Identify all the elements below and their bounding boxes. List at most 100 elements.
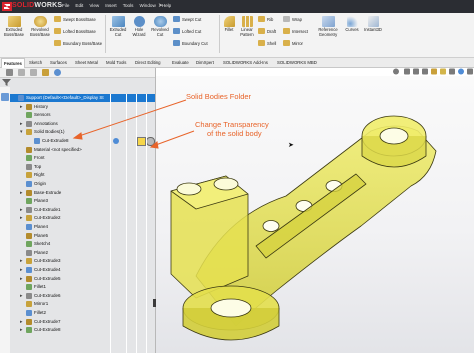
tree-item[interactable]: ▸ Base-Extrude xyxy=(10,189,155,197)
wrap-button[interactable]: Wrap xyxy=(283,16,302,22)
appearance-icon[interactable] xyxy=(113,138,119,144)
curves-button[interactable]: Curves xyxy=(343,16,361,33)
extruded-cut-button[interactable]: Extruded Cut xyxy=(107,16,129,37)
appearance-icon[interactable] xyxy=(458,68,464,75)
tree-item[interactable]: Material <not specified> xyxy=(10,146,155,154)
tree-item[interactable]: Plane3 xyxy=(10,197,155,205)
tree-item[interactable]: Top xyxy=(10,163,155,171)
tree-item[interactable]: Sketch4 xyxy=(10,240,155,248)
tree-item[interactable]: Fillet1 xyxy=(10,283,155,291)
tree-item[interactable]: ▸ Cut-Extrude6 xyxy=(10,292,155,300)
reference-geometry-button[interactable]: Reference Geometry xyxy=(314,16,342,37)
expand-arrow-icon[interactable]: ▸ xyxy=(20,267,23,273)
menu-tools[interactable]: Tools xyxy=(123,3,134,8)
expand-arrow-icon[interactable]: ▸ xyxy=(20,319,23,325)
expand-arrow-icon[interactable]: ▸ xyxy=(20,190,23,196)
transparency-callout-line1: Change Transparency xyxy=(195,120,269,129)
expand-arrow-icon[interactable]: ▸ xyxy=(20,207,23,213)
zoom-to-fit-icon[interactable] xyxy=(393,68,399,75)
expand-arrow-icon[interactable]: ▸ xyxy=(20,258,23,264)
menu-edit[interactable]: Edit xyxy=(75,3,83,8)
tree-item[interactable]: ▸ Cut-Extrude1 xyxy=(10,206,155,214)
dimxpert-manager-tab-icon[interactable] xyxy=(42,69,49,76)
expand-arrow-icon[interactable]: ▾ xyxy=(20,129,23,135)
tab-solidworks-add-ins[interactable]: SOLIDWORKS Add-Ins xyxy=(221,58,270,67)
hole-wizard-button[interactable]: Hole Wizard xyxy=(130,16,148,37)
tab-features[interactable]: Features xyxy=(1,58,25,68)
expand-arrow-icon[interactable]: ▸ xyxy=(20,121,23,127)
mirror-button[interactable]: Mirror xyxy=(283,40,303,46)
tree-item[interactable]: ▸ Cut-Extrude4 xyxy=(10,266,155,274)
rib-button[interactable]: Rib xyxy=(258,16,273,22)
boundary-boss-button[interactable]: Boundary Boss/Base xyxy=(54,40,102,46)
tree-item[interactable]: ▸ Cut-Extrude8 xyxy=(10,326,155,334)
tree-item[interactable]: ▸ Cut-Extrude2 xyxy=(10,214,155,222)
boundary-cut-button[interactable]: Boundary Cut xyxy=(173,40,208,46)
feature-tree-tab-icon[interactable] xyxy=(6,69,13,76)
display-manager-tab-icon[interactable] xyxy=(54,69,61,76)
instant3d-button[interactable]: Instant3D xyxy=(362,16,384,33)
menu-help[interactable]: Help xyxy=(162,3,171,8)
tree-item[interactable]: ▸ History xyxy=(10,103,155,111)
expand-arrow-icon[interactable]: ▸ xyxy=(20,215,23,221)
revolved-cut-button[interactable]: Revolved Cut xyxy=(149,16,171,37)
draft-button[interactable]: Draft xyxy=(258,28,276,34)
revolved-boss-button[interactable]: Revolved Boss/Base xyxy=(28,16,52,37)
tab-direct-editing[interactable]: Direct Editing xyxy=(133,58,163,67)
part-model[interactable] xyxy=(156,76,474,353)
expand-arrow-icon[interactable]: ▸ xyxy=(20,104,23,110)
extruded-boss-button[interactable]: Extruded Boss/Base xyxy=(2,16,26,37)
section-view-icon[interactable] xyxy=(422,68,428,75)
tree-item[interactable]: ▸ Cut-Extrude7 xyxy=(10,318,155,326)
pin-arrow-icon[interactable]: ➤ xyxy=(158,2,163,9)
tree-item[interactable]: Front xyxy=(10,154,155,162)
expand-arrow-icon[interactable]: ▸ xyxy=(20,293,23,299)
tab-evaluate[interactable]: Evaluate xyxy=(170,58,191,67)
zoom-area-icon[interactable] xyxy=(404,68,410,75)
view-settings-icon[interactable] xyxy=(467,68,473,75)
tree-item[interactable]: Plane4 xyxy=(10,223,155,231)
feature-icon xyxy=(26,284,32,291)
tree-item[interactable]: Fillet2 xyxy=(10,309,155,317)
tab-mold-tools[interactable]: Mold Tools xyxy=(104,58,128,67)
tree-item[interactable]: Origin xyxy=(10,180,155,188)
fillet-button[interactable]: Fillet xyxy=(221,16,237,33)
tree-item[interactable]: Sensors xyxy=(10,111,155,119)
tree-item[interactable]: ▸ Cut-Extrude5 xyxy=(10,275,155,283)
graphics-area[interactable] xyxy=(156,76,474,353)
tree-item[interactable]: ▸ Cut-Extrude3 xyxy=(10,257,155,265)
menu-file[interactable]: File xyxy=(62,3,69,8)
tab-surfaces[interactable]: Surfaces xyxy=(48,58,69,67)
tab-sheet-metal[interactable]: Sheet Metal xyxy=(73,58,100,67)
shell-button[interactable]: Shell xyxy=(258,40,276,46)
expand-arrow-icon[interactable]: ▸ xyxy=(20,327,23,333)
intersect-button[interactable]: Intersect xyxy=(283,28,308,34)
display-style-icon[interactable] xyxy=(440,68,446,75)
tree-item[interactable]: Mirror1 xyxy=(10,300,155,308)
swept-boss-button[interactable]: Swept Boss/Base xyxy=(54,16,96,22)
tree-item[interactable]: Plane5 xyxy=(10,232,155,240)
menu-insert[interactable]: Insert xyxy=(105,3,117,8)
property-manager-tab-icon[interactable] xyxy=(18,69,25,76)
tree-item[interactable]: ▾ Solid Bodies(1) xyxy=(10,128,155,136)
configuration-manager-tab-icon[interactable] xyxy=(30,69,37,76)
lofted-cut-button[interactable]: Lofted Cut xyxy=(173,28,201,34)
tree-item[interactable]: Plane2 xyxy=(10,249,155,257)
hide-show-items-icon[interactable] xyxy=(449,68,455,75)
tree-item[interactable]: ▸ Annotations xyxy=(10,120,155,128)
tree-item[interactable]: Right xyxy=(10,171,155,179)
menu-window[interactable]: Window xyxy=(139,3,155,8)
view-orientation-icon[interactable] xyxy=(431,68,437,75)
tree-root-part[interactable]: Support (Default<<Default>_Display St xyxy=(10,94,155,103)
swept-cut-button[interactable]: Swept Cut xyxy=(173,16,201,22)
tree-item[interactable]: Cut-Extrude8 xyxy=(10,137,155,146)
expand-arrow-icon[interactable]: ▸ xyxy=(20,276,23,282)
tab-sketch[interactable]: Sketch xyxy=(27,58,44,67)
menu-view[interactable]: View xyxy=(89,3,99,8)
tab-dimxpert[interactable]: DimXpert xyxy=(194,58,216,67)
tab-solidworks-mbd[interactable]: SOLIDWORKS MBD xyxy=(275,58,319,67)
previous-view-icon[interactable] xyxy=(413,68,419,75)
lofted-boss-button[interactable]: Lofted Boss/Base xyxy=(54,28,96,34)
linear-pattern-button[interactable]: Linear Pattern xyxy=(238,16,256,37)
filter-icon[interactable] xyxy=(2,79,11,86)
